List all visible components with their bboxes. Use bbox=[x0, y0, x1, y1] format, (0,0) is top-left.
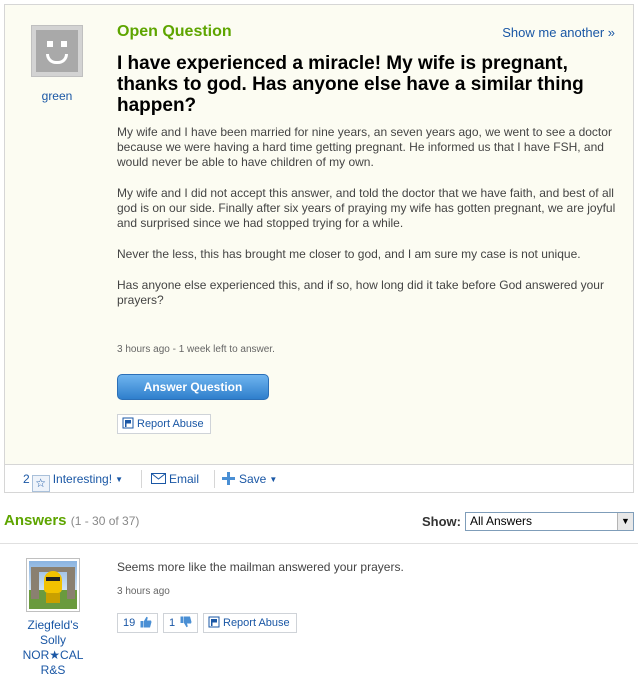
thumbs-down-count: 1 bbox=[169, 617, 176, 629]
divider bbox=[214, 470, 215, 488]
interesting-button[interactable]: 2 ☆ Interesting! ▼ bbox=[23, 472, 123, 492]
thumbs-down-icon bbox=[180, 616, 192, 628]
answerer-avatar[interactable] bbox=[26, 558, 80, 612]
thumbs-up-button[interactable]: 19 bbox=[117, 613, 159, 633]
question-title: I have experienced a miracle! My wife is… bbox=[117, 53, 584, 116]
show-another-link[interactable]: Show me another » bbox=[502, 25, 615, 40]
answers-range: (1 - 30 of 37) bbox=[70, 514, 140, 528]
divider bbox=[141, 470, 142, 488]
thumbs-down-button[interactable]: 1 bbox=[163, 613, 199, 633]
divider bbox=[0, 543, 638, 544]
question-body: My wife and I have been married for nine… bbox=[117, 125, 617, 324]
save-button[interactable]: Save ▼ bbox=[222, 472, 277, 486]
question-panel: green Open Question Show me another » I … bbox=[5, 5, 633, 465]
answer-question-button[interactable]: Answer Question bbox=[117, 374, 269, 400]
thumbs-up-icon bbox=[140, 616, 152, 628]
flag-icon bbox=[122, 417, 134, 429]
answer-filter-select[interactable]: All Answers ▼ bbox=[465, 512, 634, 531]
report-abuse-label: Report Abuse bbox=[137, 418, 204, 430]
character-icon bbox=[44, 571, 62, 593]
question-paragraph: My wife and I did not accept this answer… bbox=[117, 186, 616, 230]
answer-report-abuse-button[interactable]: Report Abuse bbox=[203, 613, 297, 633]
chevron-down-icon[interactable]: ▼ bbox=[617, 513, 633, 530]
answerer-name-line: NOR★CAL bbox=[22, 648, 84, 662]
asker-name-link[interactable]: green bbox=[29, 89, 85, 103]
answer-filter-value: All Answers bbox=[470, 514, 533, 528]
default-avatar-icon bbox=[36, 30, 78, 72]
save-label: Save bbox=[239, 472, 267, 486]
email-button[interactable]: Email bbox=[151, 472, 199, 486]
thumbs-up-count: 19 bbox=[123, 617, 136, 629]
plus-icon bbox=[222, 472, 235, 485]
envelope-icon bbox=[151, 473, 166, 484]
interesting-label: Interesting! bbox=[52, 472, 113, 486]
email-label: Email bbox=[169, 472, 200, 486]
question-paragraph: My wife and I have been married for nine… bbox=[117, 125, 612, 169]
answer-time: 3 hours ago bbox=[117, 586, 170, 597]
interesting-count: 2 bbox=[23, 472, 30, 486]
report-abuse-label: Report Abuse bbox=[223, 617, 290, 629]
question-paragraph: Never the less, this has brought me clos… bbox=[117, 247, 581, 261]
chevron-down-icon: ▼ bbox=[269, 475, 278, 484]
question-meta: 3 hours ago - 1 week left to answer. bbox=[117, 344, 275, 355]
flag-icon bbox=[208, 616, 220, 628]
answers-heading: Answers (1 - 30 of 37) bbox=[4, 512, 139, 529]
question-status-label: Open Question bbox=[117, 23, 232, 40]
answerer-name-link[interactable]: Ziegfeld's Solly NOR★CAL R&S bbox=[14, 618, 92, 678]
chevron-down-icon: ▼ bbox=[115, 475, 123, 484]
answerer-name-line: R&S bbox=[40, 663, 66, 677]
answers-title: Answers bbox=[4, 512, 67, 529]
show-label: Show: bbox=[422, 514, 461, 529]
answerer-name-line: Ziegfeld's bbox=[27, 618, 79, 632]
question-paragraph: Has anyone else experienced this, and if… bbox=[117, 278, 604, 307]
answer-text: Seems more like the mailman answered you… bbox=[117, 560, 404, 574]
answerer-name-line: Solly bbox=[39, 633, 66, 647]
asker-avatar[interactable] bbox=[31, 25, 83, 77]
report-abuse-button[interactable]: Report Abuse bbox=[117, 414, 211, 434]
star-icon: ☆ bbox=[31, 475, 50, 492]
question-action-bar: 2 ☆ Interesting! ▼ Email Save ▼ bbox=[5, 466, 633, 493]
question-box: green Open Question Show me another » I … bbox=[4, 4, 634, 493]
